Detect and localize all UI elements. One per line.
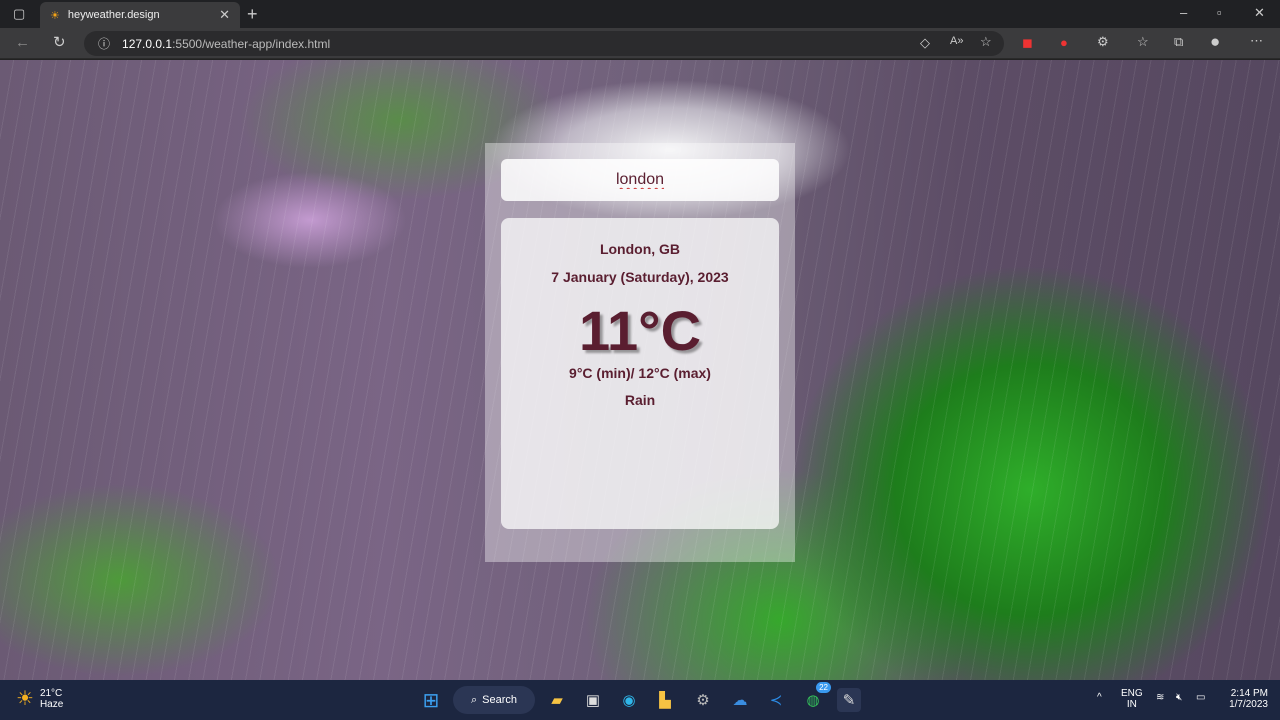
address-bar-row: ← ↻ ⓘ 127.0.0.1:5500/weather-app/index.h… <box>0 28 1280 59</box>
snipping-tool-icon[interactable]: ✎ <box>837 688 861 712</box>
mute-icon[interactable]: 🔇︎ <box>1176 692 1182 703</box>
battery-icon[interactable]: ▭ <box>1196 692 1205 703</box>
weather-info-panel: London, GB 7 January (Saturday), 2023 11… <box>501 218 779 529</box>
favorite-add-icon[interactable]: ☆ <box>980 34 992 50</box>
maximize-icon[interactable]: ▫ <box>1217 5 1222 20</box>
city-name: London, GB <box>599 241 681 257</box>
wifi-icon[interactable]: ≋ <box>1156 692 1164 703</box>
taskbar: ☀ 21°C Haze ⊞ ⌕ Search ▰ ▣ ◉ ▙ ⚙ ☁ ≺ ◍ 22 … <box>0 680 1280 720</box>
clock[interactable]: 2:14 PM 1/7/2023 <box>1224 688 1268 710</box>
start-windows-icon[interactable]: ⊞ <box>419 688 443 712</box>
search-label: Search <box>482 694 518 706</box>
whatsapp-icon[interactable]: ◍ 22 <box>801 682 831 712</box>
weather-condition: Rain <box>624 392 656 408</box>
tab-title: heyweather.design <box>67 9 160 21</box>
info-icon: ⓘ <box>98 37 111 51</box>
new-tab-icon[interactable]: + <box>247 4 258 25</box>
url-field[interactable]: ⓘ 127.0.0.1:5500/weather-app/index.html <box>84 31 1004 56</box>
close-tab-icon[interactable]: ✕ <box>219 7 230 23</box>
read-aloud-icon[interactable]: A» <box>950 35 963 47</box>
city-search-input[interactable] <box>501 159 779 201</box>
region: IN <box>1126 699 1137 710</box>
date: 1/7/2023 <box>1229 699 1268 710</box>
lang: ENG <box>1121 688 1143 699</box>
taskbar-search[interactable]: ⌕ Search <box>453 686 535 714</box>
temp-range: 9°C (min)/ 12°C (max) <box>569 365 711 381</box>
favorites-icon[interactable]: ☆ <box>1137 34 1149 50</box>
weather-date: 7 January (Saturday), 2023 <box>551 269 729 285</box>
sun-favicon-icon: ☀ <box>50 9 60 22</box>
time: 2:14 PM <box>1230 688 1268 699</box>
browser-tab[interactable]: ☀ heyweather.design ✕ <box>40 2 240 28</box>
tracking-icon[interactable]: ◇ <box>920 35 930 51</box>
extension-icon[interactable]: ● <box>1060 35 1068 50</box>
tab-bar: ▢ ☀ heyweather.design ✕ + – ▫ ✕ <box>0 0 1280 28</box>
edge-icon[interactable]: ◉ <box>617 688 641 712</box>
notes-icon[interactable]: ▙ <box>653 688 677 712</box>
back-icon[interactable]: ← <box>15 34 30 51</box>
more-menu-icon[interactable]: ⋯ <box>1250 33 1263 49</box>
weather-page: London, GB 7 January (Saturday), 2023 11… <box>0 60 1280 680</box>
tray-chevron-icon[interactable]: ^ <box>1097 692 1102 703</box>
settings-icon[interactable]: ⚙ <box>691 688 715 712</box>
search-icon: ⌕ <box>470 693 478 706</box>
close-window-icon[interactable]: ✕ <box>1254 5 1265 21</box>
weather-card: London, GB 7 January (Saturday), 2023 11… <box>485 143 795 562</box>
store-icon[interactable]: ▣ <box>581 688 605 712</box>
weather-widget[interactable]: ☀ 21°C Haze <box>16 686 63 711</box>
url-host: 127.0.0.1 <box>122 36 173 51</box>
onedrive-icon[interactable]: ☁ <box>728 688 752 712</box>
extensions-icon[interactable]: ⚙ <box>1097 34 1109 50</box>
collections-icon[interactable]: ⧉ <box>1174 34 1183 50</box>
widget-desc: Haze <box>39 698 64 710</box>
whatsapp-badge: 22 <box>816 682 831 693</box>
url-path: :5500/weather-app/index.html <box>172 36 331 51</box>
tab-actions-icon[interactable]: ▢ <box>13 6 25 22</box>
weather-sun-icon: ☀ <box>16 688 34 710</box>
refresh-icon[interactable]: ↻ <box>53 33 66 51</box>
file-explorer-icon[interactable]: ▰ <box>545 688 569 712</box>
minimize-icon[interactable]: – <box>1180 5 1187 20</box>
profile-avatar-icon[interactable]: ● <box>1210 32 1220 52</box>
vscode-icon[interactable]: ≺ <box>764 688 788 712</box>
language-indicator[interactable]: ENG IN <box>1121 688 1143 710</box>
temperature: 11°C <box>578 299 702 362</box>
widget-temp: 21°C <box>39 687 63 699</box>
pocket-extension-icon[interactable]: ◼ <box>1022 35 1033 51</box>
